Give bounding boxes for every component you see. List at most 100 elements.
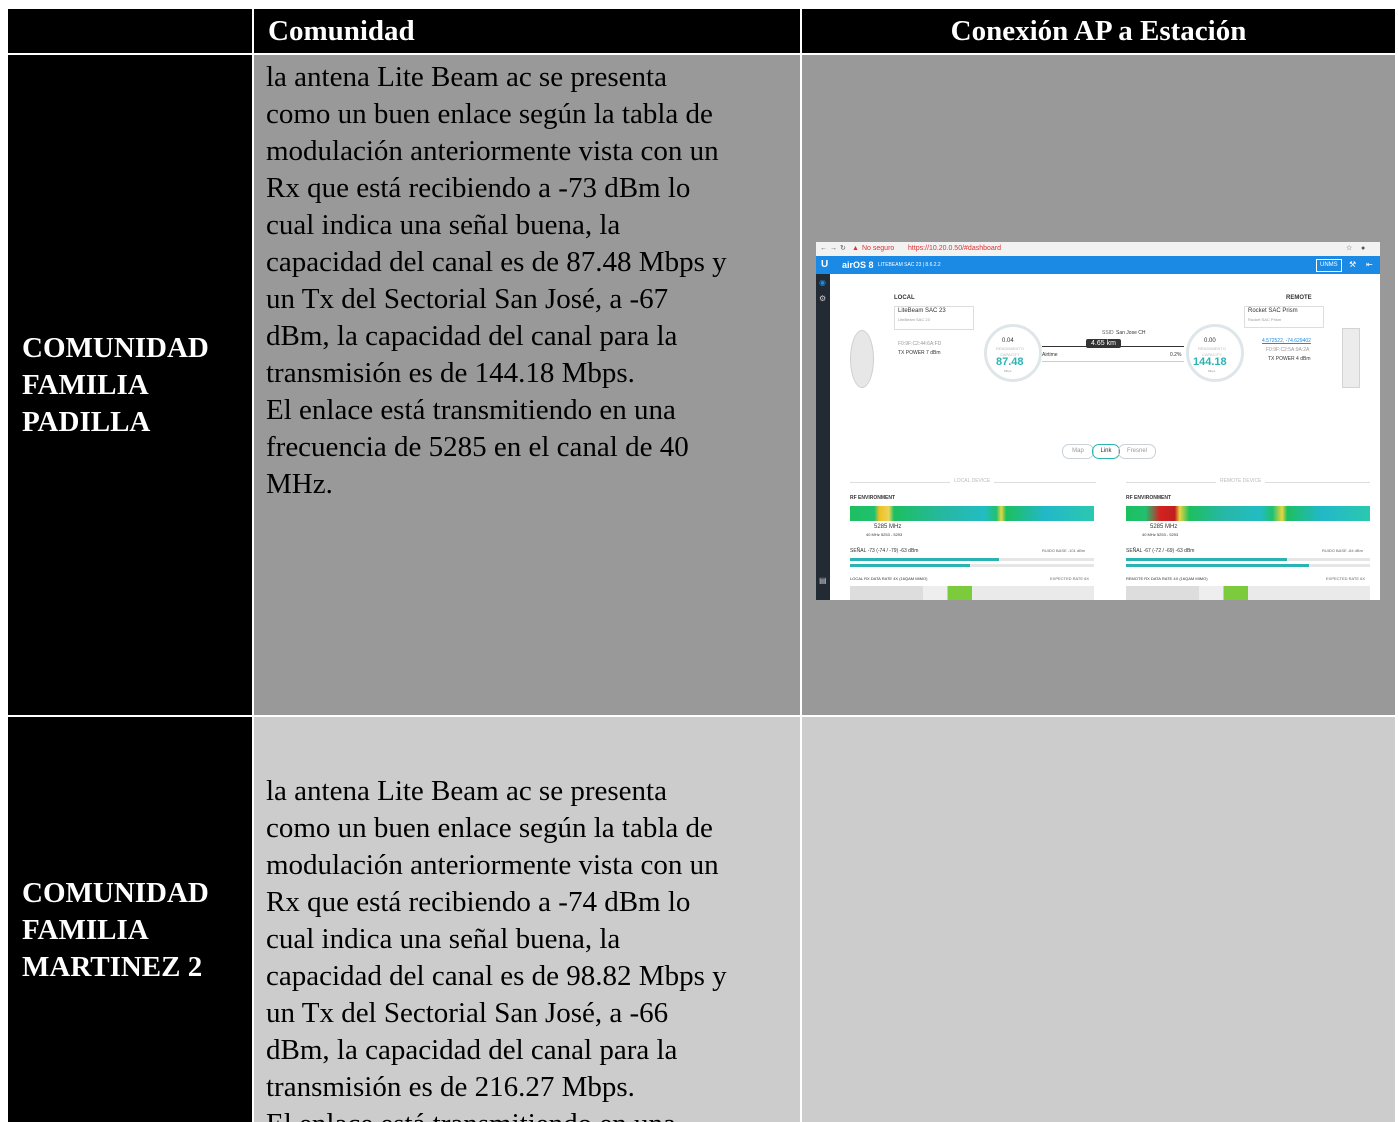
header-conexion: Conexión AP a Estación [800, 7, 1397, 55]
local-label: LOCAL [894, 295, 915, 301]
remote-capacity-unit: Mbps [1208, 369, 1216, 373]
airos-topbar: U airOS 8 LITEBEAM SAC 23 | 8.6.2.2 UNMS… [816, 256, 1380, 274]
dashboard-icon: ◉ [819, 278, 826, 287]
rf-heatmap-local [850, 506, 1094, 521]
signal-track-remote-1 [1126, 558, 1370, 561]
name-line: PADILLA [22, 405, 151, 438]
community-name: COMUNIDAD FAMILIA MARTINEZ 2 [6, 715, 254, 1122]
name-line: MARTINEZ 2 [22, 950, 203, 983]
community-table: Comunidad Conexión AP a Estación COMUNID… [6, 7, 1397, 1122]
browser-address-bar: ← → ↻ ▲ No seguro https://10.20.0.50/#da… [816, 242, 1380, 256]
remote-rendimiento: 0.00 [1204, 338, 1216, 344]
ssid-label: SSID [1102, 330, 1114, 336]
tab-link[interactable]: Link [1092, 444, 1120, 459]
header-empty [6, 7, 254, 55]
channel-remote: 40 MHz 5253 - 5293 [1142, 532, 1179, 537]
table-row: COMUNIDAD FAMILIA MARTINEZ 2 la antena L… [6, 715, 1397, 1122]
text-line: El enlace está transmitiendo en una [266, 1106, 792, 1122]
address-warning: No seguro [862, 245, 895, 252]
text-line: la antena Lite Beam ac se presenta [266, 775, 667, 807]
channel-local: 40 MHz 5253 - 5293 [866, 532, 903, 537]
remote-capacity: 144.18 [1193, 356, 1227, 368]
remote-label: REMOTE [1286, 295, 1312, 301]
remote-coords[interactable]: 4.572522, -74.629402 [1262, 338, 1311, 344]
litebeam-image [850, 330, 874, 388]
signal-track-local-1 [850, 558, 1094, 561]
rf-environment-remote: RF ENVIRONMENT [1126, 495, 1171, 501]
rf-heatmap-remote [1126, 506, 1370, 521]
signal-track-remote-2 [1126, 564, 1370, 567]
text-line: un Tx del Sectorial San José, a -67 [266, 283, 669, 315]
local-tx-power: TX POWER 7 dBm [898, 350, 941, 356]
table-header-row: Comunidad Conexión AP a Estación [6, 7, 1397, 55]
rx-rate-local: LOCAL RX DATA RATE 4X (16QAM MIMO) [850, 576, 928, 581]
remote-tx-power: TX POWER 4 dBm [1268, 356, 1311, 362]
rocket-prism-image [1342, 328, 1360, 388]
noise-local: RUIDO BASE -101 dBm [1042, 548, 1086, 553]
airtime-line [1042, 361, 1184, 362]
local-device-label: LOCAL DEVICE [950, 478, 995, 484]
tab-map[interactable]: Map [1062, 444, 1094, 459]
airos-dashboard-screenshot: ← → ↻ ▲ No seguro https://10.20.0.50/#da… [816, 242, 1380, 600]
remote-device-name: Rocket SAC Prism [1248, 308, 1298, 314]
rx-rate-remote: REMOTE RX DATA RATE 4X (16QAM MIMO) [1126, 576, 1208, 581]
text-line: Rx que está recibiendo a -74 dBm lo [266, 886, 691, 918]
device-line: LITEBEAM SAC 23 | 8.6.2.2 [878, 262, 941, 268]
connection-screenshot-cell: ← → ↻ ▲ No seguro https://10.20.0.50/#da… [800, 53, 1397, 717]
address-url: https://10.20.0.50/#dashboard [908, 245, 1002, 252]
noise-remote: RUIDO BASE -84 dBm [1322, 548, 1363, 553]
text-line: un Tx del Sectorial San José, a -66 [266, 997, 669, 1029]
text-line: transmisión es de 216.27 Mbps. [266, 1071, 635, 1103]
distance-badge: 4.65 km [1086, 339, 1121, 348]
airtime-local: 0.2% [1170, 352, 1182, 358]
freq-remote: 5285 MHz [1150, 524, 1178, 530]
local-capacity: 87.48 [996, 356, 1024, 368]
remote-mac: F0:9F:C2:5A:9A:2A [1266, 347, 1310, 353]
ssid-value: San Jose CH [1116, 330, 1146, 336]
local-rendimiento-label: RENDIMIENTO [996, 346, 1024, 351]
warning-icon: ▲ [852, 245, 859, 252]
tab-fresnel[interactable]: Fresnel [1118, 444, 1156, 459]
text-line: dBm, la capacidad del canal para la [266, 320, 678, 352]
text-line: cual indica una señal buena, la [266, 923, 621, 955]
app-name: airOS 8 [842, 260, 874, 270]
tools-icon: ⚒ [1349, 260, 1357, 269]
text-line: cual indica una señal buena, la [266, 209, 621, 241]
local-capacity-unit: Mbps [1004, 369, 1012, 373]
expected-rate-local: EXPECTED RATE 6X [1050, 576, 1090, 581]
rf-environment-local: RF ENVIRONMENT [850, 495, 895, 501]
remote-device-label: REMOTE DEVICE [1216, 478, 1266, 484]
local-mac: F0:9F:C2:44:6A:FD [898, 341, 942, 347]
reload-icon: ↻ [840, 245, 846, 252]
rx-rate-bar-remote [1126, 586, 1370, 600]
text-line: capacidad del canal es de 98.82 Mbps y [266, 960, 727, 992]
unms-button: UNMS [1316, 259, 1342, 272]
settings-icon: ⚙ [819, 294, 827, 303]
notes-icon: ▤ [819, 576, 827, 585]
account-icon: ● [1361, 245, 1366, 252]
text-line: capacidad del canal es de 87.48 Mbps y [266, 246, 727, 278]
expected-rate-remote: EXPECTED RATE 6X [1326, 576, 1366, 581]
logout-icon: ⇤ [1366, 260, 1373, 269]
community-description: la antena Lite Beam ac se presenta como … [252, 715, 802, 1122]
freq-local: 5285 MHz [874, 524, 902, 530]
text-line: transmisión es de 144.18 Mbps. [266, 357, 635, 389]
text-line: MHz. [266, 468, 333, 500]
table-row: COMUNIDAD FAMILIA PADILLA la antena Lite… [6, 53, 1397, 717]
community-name: COMUNIDAD FAMILIA PADILLA [6, 53, 254, 717]
text-line: Rx que está recibiendo a -73 dBm lo [266, 172, 691, 204]
text-line: como un buen enlace según la tabla de [266, 98, 713, 130]
star-icon: ☆ [1346, 245, 1353, 252]
connection-screenshot-cell [800, 715, 1397, 1122]
airos-sidebar: ◉ ⚙ ▤ [816, 274, 830, 600]
text-line: El enlace está transmitiendo en una [266, 394, 676, 426]
name-line: FAMILIA [22, 913, 149, 946]
signal-track-local-2 [850, 564, 1094, 567]
text-line: la antena Lite Beam ac se presenta [266, 61, 667, 93]
name-line: COMUNIDAD [22, 876, 209, 909]
back-icon: ← [820, 245, 827, 252]
local-device-name: LiteBeam SAC 23 [898, 308, 946, 314]
signal-local: SEÑAL -73 (-74 / -79) -63 dBm [850, 548, 919, 554]
name-line: FAMILIA [22, 368, 149, 401]
text-line: modulación anteriormente vista con un [266, 135, 719, 167]
